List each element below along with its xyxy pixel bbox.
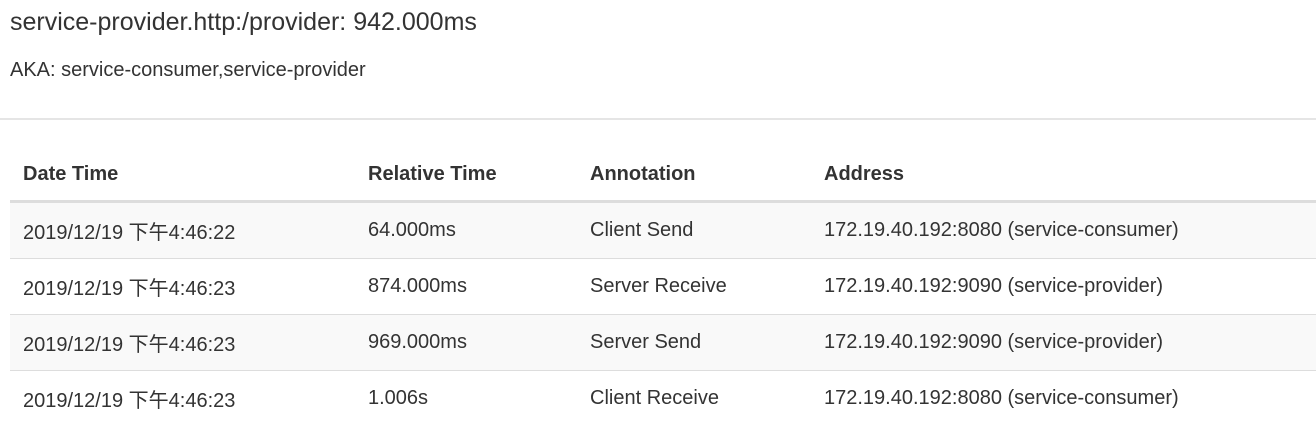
column-header-address: Address	[811, 148, 1316, 203]
table-row: 2019/12/19 下午4:46:22 64.000ms Client Sen…	[10, 201, 1316, 259]
column-header-relative-time: Relative Time	[355, 148, 577, 203]
cell-relative-time: 874.000ms	[355, 258, 577, 315]
cell-annotation: Client Send	[577, 201, 811, 259]
cell-relative-time: 64.000ms	[355, 201, 577, 259]
annotations-table-container: Date Time Relative Time Annotation Addre…	[0, 120, 1316, 426]
cell-address: 172.19.40.192:8080 (service-consumer)	[811, 201, 1316, 259]
cell-relative-time: 969.000ms	[355, 314, 577, 371]
cell-address: 172.19.40.192:9090 (service-provider)	[811, 314, 1316, 371]
span-title: service-provider.http:/provider: 942.000…	[10, 8, 477, 36]
span-detail-header: service-provider.http:/provider: 942.000…	[0, 0, 1316, 120]
cell-relative-time: 1.006s	[355, 370, 577, 426]
cell-annotation: Server Send	[577, 314, 811, 371]
cell-address: 172.19.40.192:9090 (service-provider)	[811, 258, 1316, 315]
aka-services: AKA: service-consumer,service-provider	[10, 59, 366, 81]
annotations-table: Date Time Relative Time Annotation Addre…	[10, 148, 1316, 426]
table-row: 2019/12/19 下午4:46:23 969.000ms Server Se…	[10, 314, 1316, 371]
cell-date-time: 2019/12/19 下午4:46:22	[10, 201, 355, 259]
cell-annotation: Server Receive	[577, 258, 811, 315]
table-row: 2019/12/19 下午4:46:23 1.006s Client Recei…	[10, 370, 1316, 426]
column-header-date-time: Date Time	[10, 148, 355, 203]
cell-address: 172.19.40.192:8080 (service-consumer)	[811, 370, 1316, 426]
table-row: 2019/12/19 下午4:46:23 874.000ms Server Re…	[10, 258, 1316, 315]
column-header-annotation: Annotation	[577, 148, 811, 203]
table-header-row: Date Time Relative Time Annotation Addre…	[10, 148, 1316, 203]
cell-annotation: Client Receive	[577, 370, 811, 426]
cell-date-time: 2019/12/19 下午4:46:23	[10, 370, 355, 426]
cell-date-time: 2019/12/19 下午4:46:23	[10, 258, 355, 315]
cell-date-time: 2019/12/19 下午4:46:23	[10, 314, 355, 371]
